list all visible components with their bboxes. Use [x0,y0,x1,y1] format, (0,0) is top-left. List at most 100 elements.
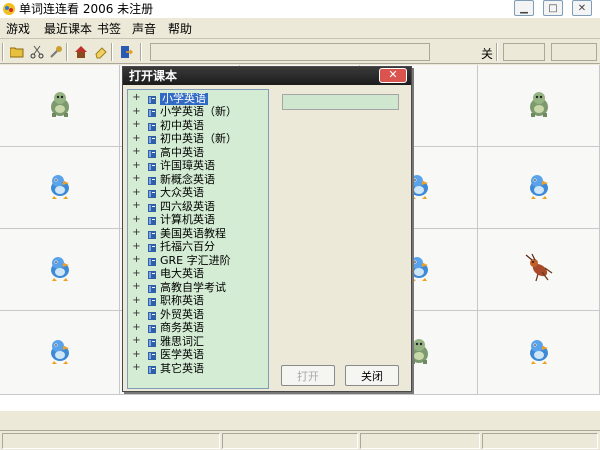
status-field [150,43,430,61]
expand-icon[interactable]: + [132,214,141,225]
tree-item[interactable]: + 初中英语（新） [128,133,268,146]
expand-icon[interactable]: + [132,133,141,144]
book-icon [147,256,157,266]
dialog-close-button[interactable]: ✕ [379,68,407,83]
close-label[interactable]: 关 [481,45,493,62]
house-icon [75,46,87,58]
tree-item[interactable]: + 初中英语 [128,119,268,132]
expand-icon[interactable]: + [132,187,141,198]
board-cell[interactable] [0,229,120,311]
board-cell[interactable] [0,65,120,147]
close-button[interactable]: 关闭 [345,365,399,386]
book-icon [147,175,157,185]
title-bar: 单词连连看 2006 未注册 ▁ □ ✕ [0,0,600,18]
book-icon [147,337,157,347]
book-icon [147,296,157,306]
expand-icon[interactable]: + [132,93,141,103]
expand-icon[interactable]: + [132,120,141,130]
expand-icon[interactable]: + [132,363,141,373]
board-cell[interactable] [478,147,600,229]
board-cell[interactable] [478,229,600,311]
tree-item[interactable]: + 高教自学考试 [128,281,268,294]
turtle-icon [523,88,555,123]
tree-item[interactable]: + 小学英语 [128,92,268,105]
tools-button[interactable] [47,43,65,61]
expand-icon[interactable]: + [132,201,141,211]
tree-item[interactable]: + 外贸英语 [128,308,268,321]
tree-item[interactable]: + 大众英语 [128,187,268,200]
turtle-icon [44,88,76,123]
tree-item[interactable]: + 许国璋英语 [128,160,268,173]
eraser-button[interactable] [92,43,110,61]
tree-item[interactable]: + GRE 字汇进阶 [128,254,268,267]
board-cell[interactable] [0,311,120,395]
tree-item[interactable]: + 商务英语 [128,322,268,335]
expand-icon[interactable]: + [132,241,141,252]
expand-icon[interactable]: + [132,160,141,171]
tree-item[interactable]: + 雅思词汇 [128,335,268,348]
status-panel-right [360,433,480,449]
expand-icon[interactable]: + [132,295,141,306]
dialog-title-bar[interactable]: 打开课本 ✕ [123,67,411,85]
expand-icon[interactable]: + [132,336,141,346]
status-bar [0,430,600,450]
expand-icon[interactable]: + [132,228,141,238]
menu-bookmarks[interactable]: 书签 [97,22,121,36]
bird-icon [44,170,76,205]
tree-item-label: 新概念英语 [160,172,215,186]
eraser-icon [95,47,107,59]
menu-recent[interactable]: 最近课本 [44,22,92,36]
toolbar-separator [496,43,498,61]
tree-item-label: 医学英语 [160,348,204,361]
menu-game[interactable]: 游戏 [6,22,30,36]
expand-icon[interactable]: + [132,309,141,319]
tree-item-label: 小学英语 [160,91,208,105]
tree-item[interactable]: + 职称英语 [128,295,268,308]
book-icon [147,215,157,225]
tree-item[interactable]: + 电大英语 [128,268,268,281]
exit-button[interactable] [117,43,135,61]
board-cell[interactable] [478,65,600,147]
tree-item-label: GRE 字汇进阶 [160,253,231,267]
tree-item[interactable]: + 医学英语 [128,349,268,362]
menu-sound[interactable]: 声音 [132,22,156,36]
tree-item[interactable]: + 高中英语 [128,146,268,159]
textbook-tree[interactable]: + 小学英语 + 小学英语（新） + 初中英语 + 初中英语（新） + 高中英语 + 许国璋英语 + 新概… [127,89,269,389]
selection-preview-field [282,94,399,110]
close-window-button[interactable]: ✕ [572,0,592,16]
minimize-button[interactable]: ▁ [514,0,534,16]
open-textbook-dialog: 打开课本 ✕ + 小学英语 + 小学英语（新） + 初中英语 + 初中英语（新） + 高中英语 + 许… [122,66,412,392]
open-file-button[interactable] [8,43,26,61]
tree-item[interactable]: + 四六级英语 [128,200,268,213]
expand-icon[interactable]: + [132,255,141,265]
maximize-icon: □ [548,2,558,14]
book-icon [147,323,157,333]
tree-item[interactable]: + 美国英语教程 [128,227,268,240]
expand-icon[interactable]: + [132,106,141,117]
expand-icon[interactable]: + [132,147,141,157]
tree-item[interactable]: + 计算机英语 [128,214,268,227]
expand-icon[interactable]: + [132,174,141,184]
expand-icon[interactable]: + [132,282,141,292]
expand-icon[interactable]: + [132,322,141,333]
cut-button[interactable] [28,43,46,61]
tree-item[interactable]: + 小学英语（新） [128,106,268,119]
expand-icon[interactable]: + [132,349,141,360]
book-icon [147,121,157,131]
maximize-button[interactable]: □ [543,0,563,16]
timer-field [551,43,597,61]
tree-item-label: 初中英语（新） [160,132,237,145]
scissors-icon [30,45,44,59]
menu-help[interactable]: 帮助 [168,22,192,36]
expand-icon[interactable]: + [132,268,141,279]
open-button[interactable]: 打开 [281,365,335,386]
book-icon [147,134,157,144]
board-cell[interactable] [478,311,600,395]
bird-icon [44,252,76,287]
tree-item-label: 许国璋英语 [160,159,215,172]
tree-item[interactable]: + 新概念英语 [128,173,268,186]
tree-item[interactable]: + 托福六百分 [128,241,268,254]
board-cell[interactable] [0,147,120,229]
tree-item[interactable]: + 其它英语 [128,362,268,375]
home-button[interactable] [72,43,90,61]
